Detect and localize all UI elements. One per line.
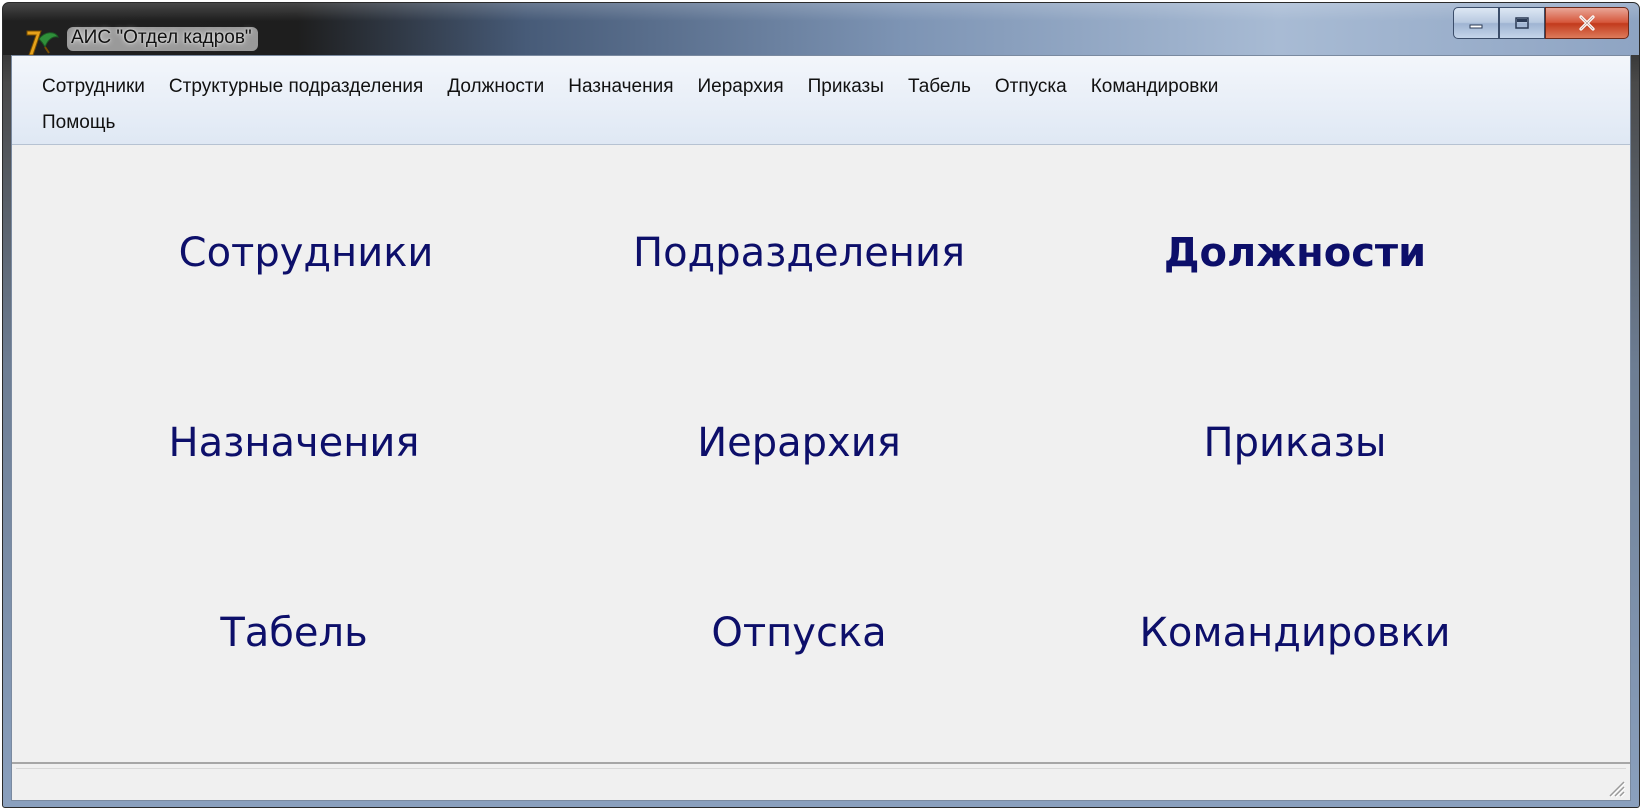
status-panel	[16, 768, 1626, 797]
title-bar-shine	[3, 3, 1639, 21]
dashboard-link-appointments[interactable]: Назначения	[169, 420, 420, 466]
dashboard-link-orders[interactable]: Приказы	[1204, 420, 1387, 466]
dashboard-link-timesheet[interactable]: Табель	[220, 610, 367, 656]
window-title: АИС "Отдел кадров"	[67, 27, 258, 51]
resize-grip-icon[interactable]	[1604, 776, 1626, 798]
status-bar	[12, 762, 1630, 800]
dashboard-link-employees[interactable]: Сотрудники	[179, 230, 434, 276]
menu-timesheet[interactable]: Табель	[896, 76, 983, 98]
menu-hierarchy[interactable]: Иерархия	[686, 76, 796, 98]
menu-structural-departments[interactable]: Структурные подразделения	[157, 76, 435, 98]
window-controls	[1453, 7, 1629, 41]
menu-bar: Сотрудники Структурные подразделения Дол…	[12, 56, 1630, 145]
dashboard-link-positions[interactable]: Должности	[1164, 230, 1426, 276]
close-icon	[1579, 15, 1595, 31]
maximize-button[interactable]	[1499, 7, 1545, 39]
dashboard-area: Сотрудники Подразделения Должности Назна…	[12, 144, 1630, 758]
menu-row-1: Сотрудники Структурные подразделения Дол…	[34, 76, 1230, 98]
menu-help[interactable]: Помощь	[34, 112, 127, 134]
menu-vacations[interactable]: Отпуска	[983, 76, 1079, 98]
menu-appointments[interactable]: Назначения	[556, 76, 685, 98]
dashboard-link-departments[interactable]: Подразделения	[633, 230, 965, 276]
minimize-button[interactable]	[1453, 7, 1499, 39]
menu-business-trips[interactable]: Командировки	[1079, 76, 1231, 98]
menu-employees[interactable]: Сотрудники	[34, 76, 157, 98]
dashboard-link-vacations[interactable]: Отпуска	[711, 610, 886, 656]
menu-orders[interactable]: Приказы	[796, 76, 896, 98]
menu-row-2: Помощь	[34, 112, 127, 134]
title-bar[interactable]: АИС "Отдел кадров"	[3, 3, 1639, 56]
menu-positions[interactable]: Должности	[435, 76, 556, 98]
delphi-app-icon	[26, 30, 59, 56]
close-button[interactable]	[1545, 7, 1629, 39]
client-area: Сотрудники Структурные подразделения Дол…	[11, 55, 1631, 801]
maximize-icon	[1515, 17, 1529, 29]
dashboard-link-business-trips[interactable]: Командировки	[1140, 610, 1451, 656]
minimize-icon	[1469, 24, 1483, 29]
app-window: АИС "Отдел кадров" Сотрудники Структурны…	[2, 2, 1640, 808]
dashboard-link-hierarchy[interactable]: Иерархия	[697, 420, 901, 466]
